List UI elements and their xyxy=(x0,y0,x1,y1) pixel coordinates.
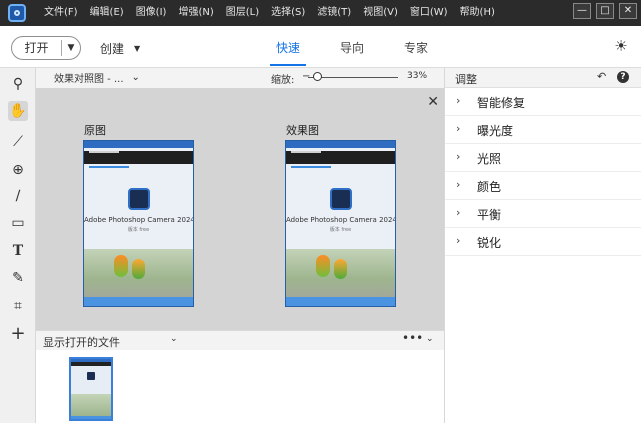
chevron-down-icon[interactable]: ▼ xyxy=(62,43,80,53)
parrots-photo xyxy=(286,249,395,299)
zoom-slider-track[interactable] xyxy=(308,77,398,78)
chevron-right-icon: › xyxy=(456,206,461,219)
menu-enhance[interactable]: 增强(N) xyxy=(172,0,219,26)
menu-file[interactable]: 文件(F) xyxy=(38,0,84,26)
zoom-value: 33% xyxy=(407,71,428,81)
view-mode-select[interactable]: 效果对照图 - ... ⌄ xyxy=(54,70,140,85)
top-toolbar: 打开 ▼ 创建 ▼ 快速 导向 专家 ☀ xyxy=(0,26,641,68)
menu-view[interactable]: 视图(V) xyxy=(357,0,404,26)
quick-selection-icon[interactable]: ⟋ xyxy=(8,132,28,152)
active-tab-indicator xyxy=(270,64,306,66)
app-icon xyxy=(329,188,352,210)
reset-icon[interactable]: ↶ xyxy=(597,70,606,83)
brush-icon[interactable]: ∕ xyxy=(8,186,28,206)
app-logo-icon xyxy=(4,0,30,26)
chevron-down-icon[interactable]: ⌄ xyxy=(426,334,434,344)
after-image[interactable]: Adobe Photoshop Camera 2024 版本 free xyxy=(285,140,396,307)
image-app-subtitle: 版本 free xyxy=(127,227,150,233)
help-icon[interactable]: ? xyxy=(617,71,629,83)
crop-icon[interactable]: ⌗ xyxy=(8,296,28,316)
close-icon[interactable]: ✕ xyxy=(427,94,439,110)
menu-help[interactable]: 帮助(H) xyxy=(454,0,501,26)
image-app-title: Adobe Photoshop Camera 2024 xyxy=(84,216,194,224)
app-icon xyxy=(127,188,150,210)
minimize-button[interactable]: — xyxy=(573,3,591,19)
panel-header: 调整 ↶ ? xyxy=(445,68,641,88)
adjustments-panel: 调整 ↶ ? › 智能修复 › 曝光度 › 光照 › 颜色 › 平衡 › 锐化 xyxy=(444,68,641,423)
tab-guided[interactable]: 导向 xyxy=(340,39,364,56)
adj-lighting[interactable]: › 光照 xyxy=(445,144,641,172)
adj-smart-fix[interactable]: › 智能修复 xyxy=(445,88,641,116)
spot-heal-icon[interactable]: ✎ xyxy=(8,268,28,288)
menu-filter[interactable]: 滤镜(T) xyxy=(311,0,357,26)
open-button[interactable]: 打开 ▼ xyxy=(11,36,81,60)
app-window: 文件(F) 编辑(E) 图像(I) 增强(N) 图层(L) 选择(S) 滤镜(T… xyxy=(0,0,641,423)
chevron-right-icon: › xyxy=(456,122,461,135)
panel-title: 调整 xyxy=(455,73,477,86)
after-label: 效果图 xyxy=(286,124,319,137)
brightness-icon[interactable]: ☀ xyxy=(613,38,629,54)
adj-exposure[interactable]: › 曝光度 xyxy=(445,116,641,144)
zoom-label: 缩放: xyxy=(271,75,295,86)
photo-bin xyxy=(36,350,444,423)
chevron-down-icon[interactable]: ⌄ xyxy=(170,334,178,344)
chevron-down-icon: ▼ xyxy=(134,44,141,53)
adj-color[interactable]: › 颜色 xyxy=(445,172,641,200)
tab-expert[interactable]: 专家 xyxy=(404,39,428,56)
tab-quick[interactable]: 快速 xyxy=(276,39,300,56)
text-icon[interactable]: T xyxy=(8,241,28,261)
adj-sharpen[interactable]: › 锐化 xyxy=(445,228,641,256)
adj-label: 曝光度 xyxy=(477,124,514,138)
more-icon[interactable]: ••• xyxy=(402,331,423,345)
chevron-right-icon: › xyxy=(456,178,461,191)
chevron-right-icon: › xyxy=(456,94,461,107)
adj-label: 平衡 xyxy=(477,208,502,222)
chevron-down-icon: ⌄ xyxy=(131,72,140,83)
before-image[interactable]: Adobe Photoshop Camera 2024 版本 free xyxy=(83,140,194,307)
image-app-subtitle: 版本 free xyxy=(329,227,352,233)
open-files-bar: 显示打开的文件 ⌄ ••• ⌄ xyxy=(36,330,444,350)
zoom-icon[interactable]: ⚲ xyxy=(8,74,28,94)
stamp-icon[interactable]: ▭ xyxy=(8,213,28,233)
move-icon[interactable]: + xyxy=(8,324,28,344)
menu-layer[interactable]: 图层(L) xyxy=(220,0,265,26)
hand-icon[interactable]: ✋ xyxy=(8,101,28,121)
menu-window[interactable]: 窗口(W) xyxy=(404,0,454,26)
adj-label: 锐化 xyxy=(477,236,502,250)
view-mode-label: 效果对照图 - ... xyxy=(54,74,124,85)
adj-label: 光照 xyxy=(477,152,502,166)
chevron-right-icon: › xyxy=(456,150,461,163)
open-file-thumbnail[interactable] xyxy=(69,357,113,421)
image-app-title: Adobe Photoshop Camera 2024 xyxy=(286,216,396,224)
before-label: 原图 xyxy=(84,124,106,137)
menu-image[interactable]: 图像(I) xyxy=(130,0,173,26)
chevron-right-icon: › xyxy=(456,234,461,247)
adj-balance[interactable]: › 平衡 xyxy=(445,200,641,228)
main-menu: 文件(F) 编辑(E) 图像(I) 增强(N) 图层(L) 选择(S) 滤镜(T… xyxy=(38,0,501,26)
menu-edit[interactable]: 编辑(E) xyxy=(84,0,130,26)
open-files-select[interactable]: 显示打开的文件 xyxy=(43,334,120,350)
view-bar: 效果对照图 - ... ⌄ 缩放: − 33% xyxy=(36,68,444,88)
tool-bar: ⚲ ✋ ⟋ ⊕ ∕ ▭ T ✎ ⌗ + xyxy=(0,68,36,423)
zoom-slider-thumb[interactable] xyxy=(312,72,322,81)
close-button[interactable]: ✕ xyxy=(619,3,637,19)
open-button-label: 打开 xyxy=(12,40,62,56)
canvas-area: ✕ 原图 效果图 Adobe Photoshop Camera 2024 版本 … xyxy=(36,88,444,330)
create-button[interactable]: 创建 ▼ xyxy=(100,40,140,57)
parrots-photo xyxy=(84,249,193,299)
adj-label: 颜色 xyxy=(477,180,502,194)
menu-bar: 文件(F) 编辑(E) 图像(I) 增强(N) 图层(L) 选择(S) 滤镜(T… xyxy=(0,0,641,26)
eye-icon[interactable]: ⊕ xyxy=(8,160,28,180)
adj-label: 智能修复 xyxy=(477,96,526,110)
window-controls: — □ ✕ xyxy=(573,3,637,19)
menu-select[interactable]: 选择(S) xyxy=(265,0,311,26)
maximize-button[interactable]: □ xyxy=(596,3,614,19)
create-button-label: 创建 xyxy=(100,42,125,56)
